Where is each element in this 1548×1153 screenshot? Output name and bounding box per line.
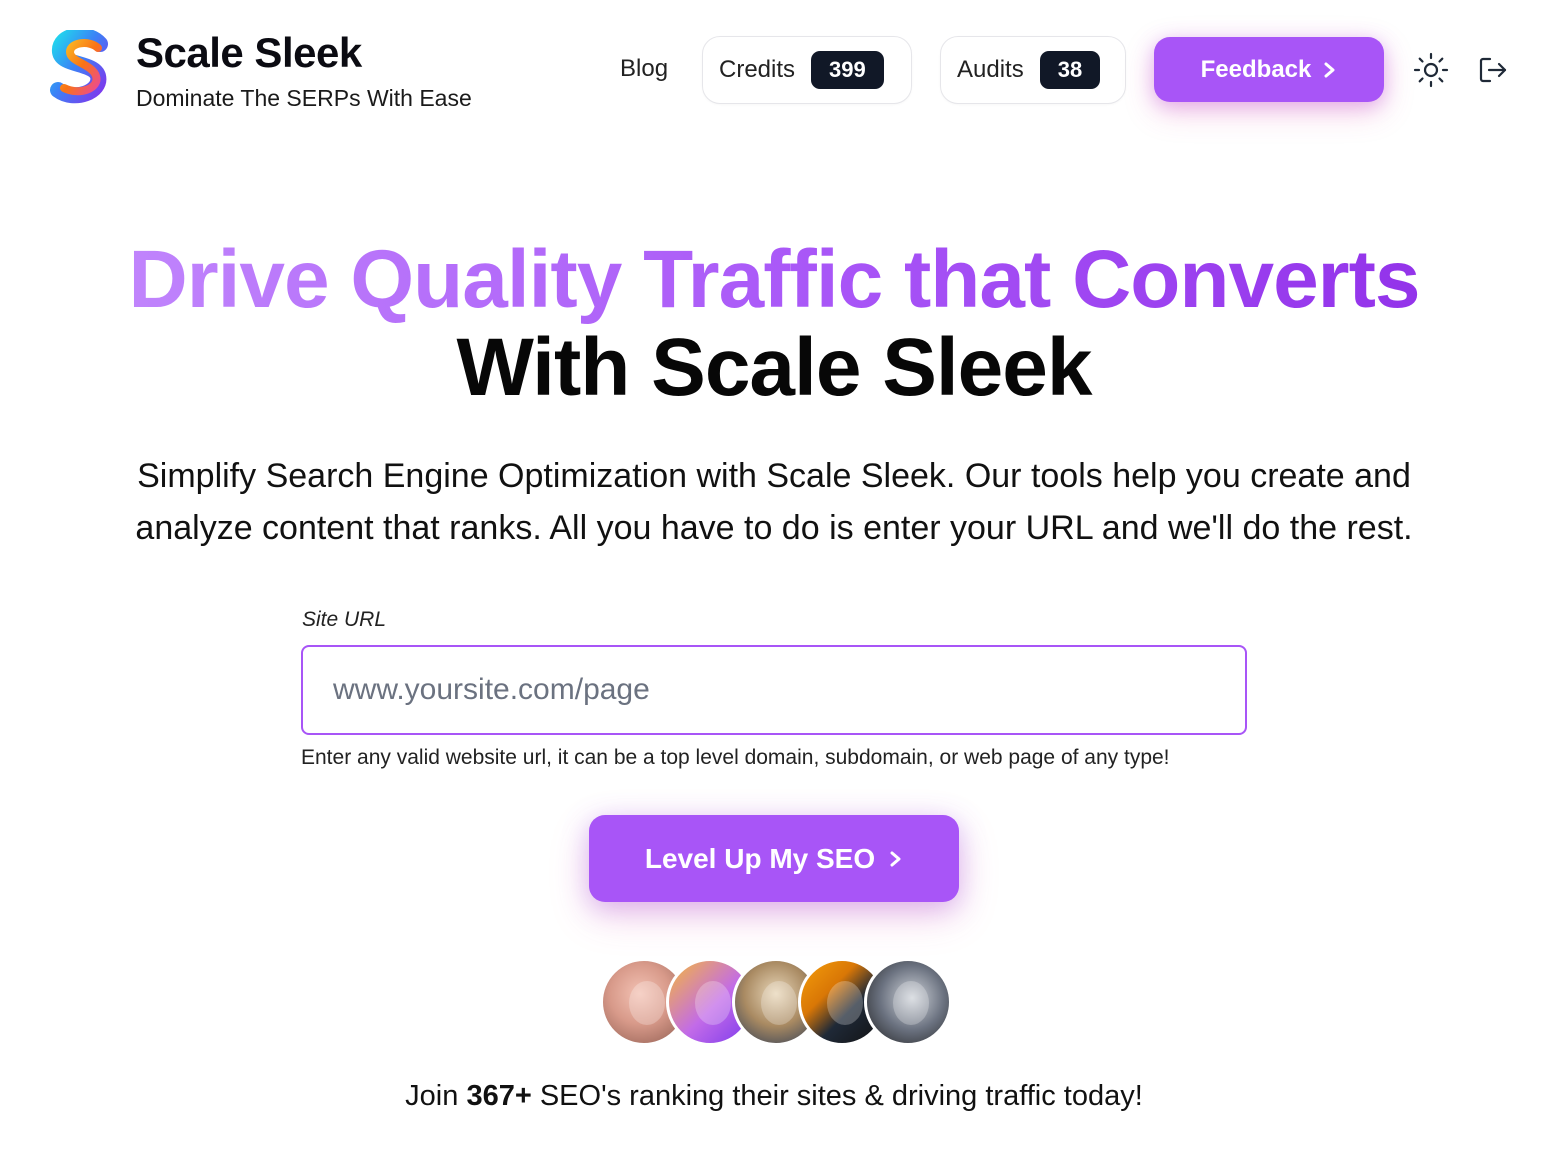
level-up-seo-button-label: Level Up My SEO: [644, 842, 876, 874]
social-proof-text: Join 367+ SEO's ranking their sites & dr…: [0, 1076, 1548, 1116]
scale-sleek-logo-icon: [50, 30, 108, 104]
credits-count-badge: 399: [811, 51, 884, 89]
brand-text: Scale Sleek Dominate The SERPs With Ease: [136, 30, 472, 112]
chevron-right-icon: [889, 849, 903, 869]
credits-pill[interactable]: Credits 399: [702, 36, 912, 104]
audits-pill[interactable]: Audits 38: [940, 36, 1126, 104]
brand-tagline: Dominate The SERPs With Ease: [136, 85, 472, 111]
social-proof-prefix: Join: [405, 1080, 467, 1112]
nav-blog-link[interactable]: Blog: [620, 52, 668, 86]
sun-icon: [1413, 52, 1449, 88]
audits-count-badge: 38: [1039, 51, 1101, 89]
brand-name: Scale Sleek: [136, 29, 362, 76]
brand[interactable]: Scale Sleek Dominate The SERPs With Ease: [48, 30, 472, 112]
audits-label: Audits: [957, 56, 1024, 83]
user-avatars: [600, 958, 960, 1046]
site-url-label: Site URL: [302, 608, 387, 631]
avatar: [864, 958, 952, 1046]
logout-button[interactable]: [1473, 50, 1513, 90]
page: Scale Sleek Dominate The SERPs With Ease…: [0, 0, 1548, 1153]
feedback-button[interactable]: Feedback: [1154, 37, 1384, 102]
logout-icon: [1479, 57, 1507, 83]
social-proof-suffix: SEO's ranking their sites & driving traf…: [531, 1080, 1143, 1112]
feedback-button-label: Feedback: [1200, 55, 1312, 83]
hero-subheadline: Simplify Search Engine Optimization with…: [135, 457, 1413, 547]
chevron-right-icon: [1323, 61, 1337, 79]
hero-headline-gradient-text: Drive Quality Traffic that Converts: [128, 234, 1420, 325]
credits-label: Credits: [719, 56, 796, 83]
hero-headline-line1: Drive Quality Traffic that Converts: [0, 232, 1548, 328]
site-url-input[interactable]: [301, 645, 1247, 735]
top-header: Scale Sleek Dominate The SERPs With Ease…: [0, 0, 1548, 140]
theme-toggle-button[interactable]: [1411, 50, 1451, 90]
hero-headline-line2: With Scale Sleek: [456, 322, 1093, 413]
social-proof-count: 367+: [466, 1080, 532, 1112]
site-url-help-text: Enter any valid website url, it can be a…: [301, 746, 1170, 769]
level-up-seo-button[interactable]: Level Up My SEO: [589, 815, 959, 902]
